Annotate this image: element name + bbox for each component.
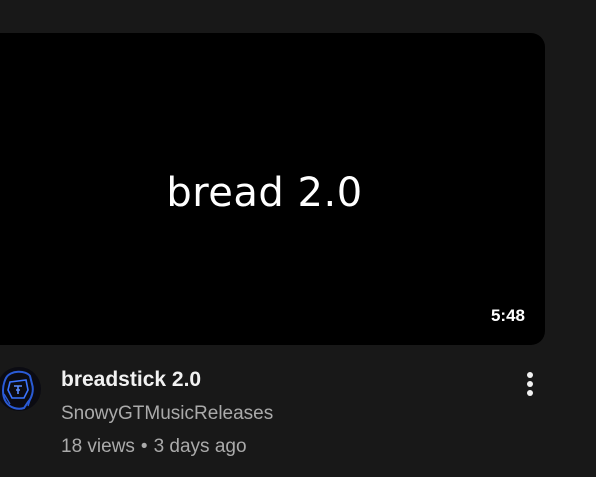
channel-name[interactable]: SnowyGTMusicReleases	[61, 403, 273, 425]
channel-avatar[interactable]	[0, 364, 42, 414]
video-metadata: 18 views • 3 days ago	[61, 436, 247, 458]
video-title[interactable]: breadstick 2.0	[61, 368, 201, 392]
duration-badge: 5:48	[488, 305, 527, 327]
more-options-button[interactable]	[515, 368, 545, 402]
channel-avatar-icon	[0, 367, 41, 411]
upload-age: 3 days ago	[153, 436, 247, 457]
thumbnail-text: bread 2.0	[166, 170, 363, 216]
view-count: 18 views	[61, 436, 135, 457]
meta-separator: •	[140, 436, 148, 457]
video-thumbnail[interactable]: bread 2.0 5:48	[0, 33, 545, 345]
video-card: bread 2.0 5:48 breadstick 2.0 SnowyGTMus…	[0, 0, 596, 477]
